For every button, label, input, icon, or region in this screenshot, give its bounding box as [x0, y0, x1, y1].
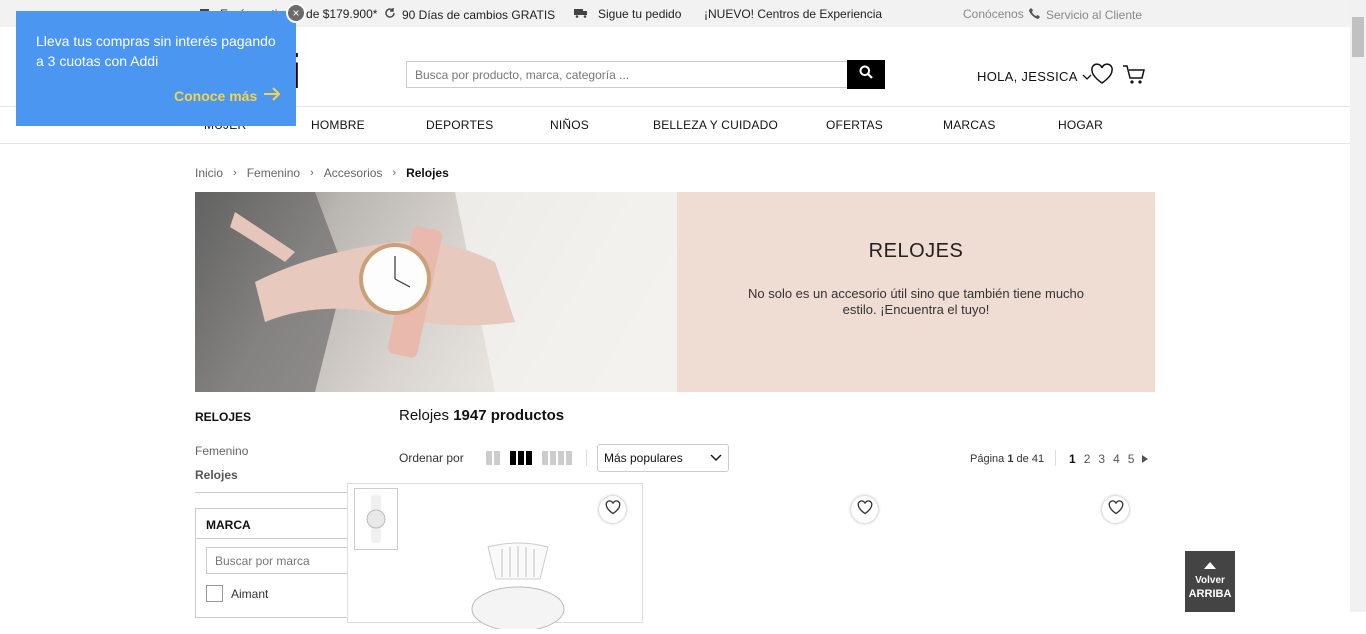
page-info: Página 1 de 41 — [970, 453, 1044, 465]
brand-checkbox[interactable] — [206, 585, 223, 602]
about-link[interactable]: Conócenos — [963, 7, 1024, 21]
greeting-text: HOLA, JESSICA — [977, 69, 1078, 84]
chevron-right-icon: › — [392, 167, 397, 179]
nav-item-hogar[interactable]: HOGAR — [1058, 118, 1103, 132]
brand-search-input[interactable]: Buscar por marca — [206, 547, 356, 574]
heart-icon — [605, 499, 621, 520]
customer-service-link[interactable]: Servicio al Cliente — [1029, 7, 1142, 22]
cart-button[interactable] — [1122, 64, 1146, 91]
popup-text: Lleva tus compras sin interés pagando a … — [36, 33, 276, 69]
results-category: Relojes — [399, 407, 450, 424]
heart-icon — [1108, 499, 1124, 520]
nav-item-ofertas[interactable]: OFERTAS — [826, 118, 883, 132]
page-link-1[interactable]: 1 — [1069, 452, 1076, 466]
pagination: 1 2 3 4 5 — [1069, 452, 1149, 466]
banner-text-panel: RELOJES No solo es un accesorio útil sin… — [677, 192, 1155, 392]
wishlist-button[interactable] — [1090, 63, 1114, 90]
nav-item-hombre[interactable]: HOMBRE — [311, 118, 365, 132]
brand-filter-title[interactable]: MARCA — [206, 518, 251, 532]
breadcrumb-femenino[interactable]: Femenino — [247, 166, 300, 180]
refresh-icon — [384, 7, 396, 22]
nav-item-belleza[interactable]: BELLEZA Y CUIDADO — [653, 118, 778, 132]
page-link-2[interactable]: 2 — [1084, 452, 1091, 466]
grid-3-icon[interactable] — [510, 451, 532, 465]
nav-item-marcas[interactable]: MARCAS — [943, 118, 996, 132]
account-menu[interactable]: HOLA, JESSICA — [977, 69, 1092, 84]
page-link-4[interactable]: 4 — [1113, 452, 1120, 466]
banner-title: RELOJES — [868, 240, 964, 262]
heart-icon — [857, 499, 873, 520]
back-to-top-button[interactable]: Volver ARRIBA — [1185, 551, 1235, 612]
nav-item-ninos[interactable]: NIÑOS — [550, 118, 589, 132]
next-page-icon[interactable] — [1142, 452, 1149, 466]
chevron-down-icon — [710, 451, 722, 465]
back-to-top-line1: Volver — [1195, 575, 1225, 586]
sidebar-link-relojes[interactable]: Relojes — [195, 468, 238, 482]
page-scrollbar[interactable] — [1350, 0, 1366, 612]
truck-icon — [574, 7, 588, 21]
scrollbar-thumb[interactable] — [1352, 17, 1364, 57]
breadcrumb-current: Relojes — [406, 166, 449, 180]
page-link-5[interactable]: 5 — [1128, 452, 1135, 466]
breadcrumb-accesorios[interactable]: Accesorios — [324, 166, 383, 180]
product-image[interactable] — [468, 539, 568, 634]
nav-item-deportes[interactable]: DEPORTES — [426, 118, 493, 132]
grid-2-icon[interactable] — [486, 451, 500, 465]
popup-link[interactable]: Conoce más — [174, 87, 281, 104]
favorite-button[interactable] — [599, 496, 626, 523]
popup-link-label: Conoce más — [174, 87, 258, 104]
search-input[interactable]: Busca por producto, marca, categoría ... — [406, 61, 848, 88]
experience-text: ¡NUEVO! Centros de Experiencia — [704, 7, 883, 21]
heart-icon — [1090, 63, 1114, 89]
brand-option[interactable]: Aimant — [206, 585, 268, 602]
sidebar-title: RELOJES — [195, 410, 252, 424]
search-icon — [859, 65, 873, 84]
sidebar-link-femenino[interactable]: Femenino — [195, 444, 248, 458]
grid-4-icon[interactable] — [542, 451, 572, 465]
returns-info[interactable]: 90 Días de cambios GRATIS — [384, 7, 555, 22]
arrow-up-icon — [1185, 561, 1235, 572]
about-text: Conócenos — [963, 7, 1024, 21]
product-card[interactable] — [347, 483, 643, 632]
experience-link[interactable]: ¡NUEVO! Centros de Experiencia — [704, 7, 882, 21]
results-title: Relojes 1947 productos — [399, 407, 564, 424]
page-info-total: 41 — [1031, 453, 1045, 465]
breadcrumb: Inicio › Femenino › Accesorios › Relojes — [195, 166, 449, 180]
favorite-button[interactable] — [851, 496, 878, 523]
results-count: 1947 productos — [453, 407, 565, 424]
phone-icon — [1029, 7, 1040, 22]
tracking-link[interactable]: Sigue tu pedido — [574, 7, 681, 21]
returns-text: 90 Días de cambios GRATIS — [402, 7, 556, 22]
chevron-right-icon: › — [310, 167, 314, 179]
product-thumbnail[interactable] — [354, 488, 398, 550]
page-info-label: Página — [970, 453, 1005, 465]
addi-promo-popup: Lleva tus compras sin interés pagando a … — [16, 11, 296, 126]
divider — [1055, 450, 1056, 466]
grid-view-switcher — [486, 451, 572, 465]
tracking-text: Sigue tu pedido — [598, 7, 682, 21]
banner-description: No solo es un accesorio útil sino que ta… — [747, 286, 1085, 317]
arrow-right-icon — [263, 87, 281, 104]
sort-label: Ordenar por — [399, 451, 464, 465]
search-button[interactable] — [847, 60, 885, 89]
page-info-current: 1 — [1007, 453, 1014, 465]
brand-filter: MARCA Buscar por marca Aimant — [195, 508, 356, 618]
favorite-button[interactable] — [1102, 496, 1129, 523]
page-info-of: de — [1016, 453, 1029, 465]
chevron-right-icon: › — [233, 167, 237, 179]
filter-divider — [196, 538, 356, 539]
service-text: Servicio al Cliente — [1046, 7, 1143, 22]
cart-icon — [1122, 65, 1146, 90]
banner-image — [195, 192, 677, 392]
breadcrumb-inicio[interactable]: Inicio — [195, 166, 223, 180]
sort-select[interactable]: Más populares — [597, 444, 729, 472]
sidebar-divider — [195, 492, 350, 493]
back-to-top-line2: ARRIBA — [1188, 588, 1232, 600]
close-icon[interactable]: × — [286, 3, 306, 23]
divider — [586, 450, 587, 466]
sort-select-value: Más populares — [604, 451, 683, 465]
brand-option-label: Aimant — [231, 586, 269, 601]
page-link-3[interactable]: 3 — [1098, 452, 1105, 466]
